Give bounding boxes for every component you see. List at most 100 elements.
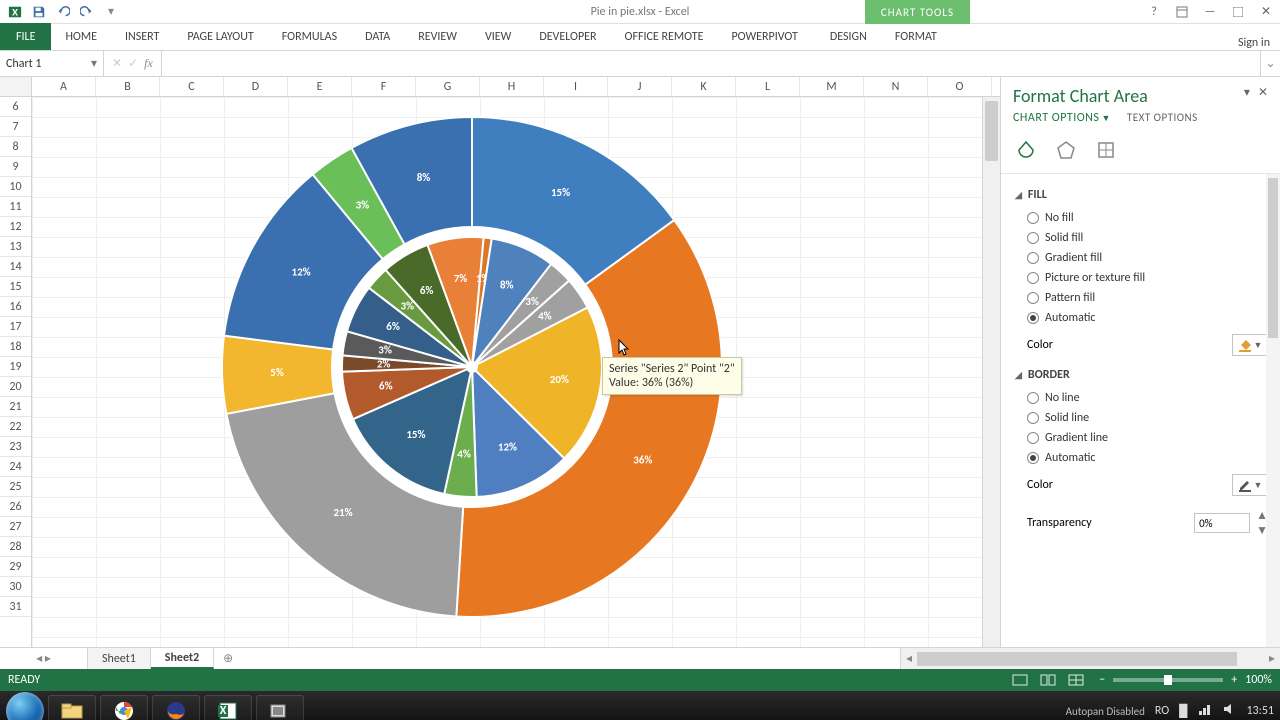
taskpane-scrollbar[interactable] xyxy=(1266,174,1280,647)
text-options-mode[interactable]: TEXT OPTIONS xyxy=(1127,111,1198,125)
row-header[interactable]: 9 xyxy=(0,157,31,177)
column-header[interactable]: B xyxy=(96,77,160,96)
enter-formula-icon[interactable]: ✓ xyxy=(128,56,138,71)
row-header[interactable]: 21 xyxy=(0,397,31,417)
tray-volume-icon[interactable] xyxy=(1222,702,1236,720)
column-header[interactable]: D xyxy=(224,77,288,96)
column-header[interactable]: J xyxy=(608,77,672,96)
row-header[interactable]: 10 xyxy=(0,177,31,197)
ribbon-tab-design[interactable]: DESIGN xyxy=(816,23,881,50)
fill-line-category-icon[interactable] xyxy=(1013,137,1039,163)
row-header[interactable]: 30 xyxy=(0,577,31,597)
row-header[interactable]: 15 xyxy=(0,277,31,297)
row-header[interactable]: 7 xyxy=(0,117,31,137)
row-header[interactable]: 19 xyxy=(0,357,31,377)
file-tab[interactable]: FILE xyxy=(0,23,51,50)
border-option[interactable]: Solid line xyxy=(1015,408,1276,428)
fill-option[interactable]: Automatic xyxy=(1015,308,1276,328)
column-header[interactable]: M xyxy=(800,77,864,96)
column-header[interactable]: O xyxy=(928,77,992,96)
row-header[interactable]: 6 xyxy=(0,97,31,117)
row-header[interactable]: 25 xyxy=(0,477,31,497)
row-header[interactable]: 17 xyxy=(0,317,31,337)
fill-option[interactable]: Solid fill xyxy=(1015,228,1276,248)
tray-language[interactable]: RO xyxy=(1155,704,1169,718)
border-section-header[interactable]: ◢BORDER xyxy=(1015,368,1276,382)
sign-in-link[interactable]: Sign in xyxy=(1238,36,1270,50)
taskpane-close-icon[interactable]: ✕ xyxy=(1258,85,1268,100)
redo-button[interactable] xyxy=(76,1,98,23)
fill-option[interactable]: Pattern fill xyxy=(1015,288,1276,308)
ribbon-tab-powerpivot[interactable]: POWERPIVOT xyxy=(717,23,811,50)
column-header[interactable]: F xyxy=(352,77,416,96)
row-header[interactable]: 29 xyxy=(0,557,31,577)
column-header[interactable]: N xyxy=(864,77,928,96)
maximize-button[interactable] xyxy=(1224,0,1252,24)
formula-bar-expand-icon[interactable]: ⌄ xyxy=(1260,51,1280,76)
name-box-dropdown-icon[interactable]: ▾ xyxy=(91,56,97,71)
row-header[interactable]: 11 xyxy=(0,197,31,217)
sheet-nav-buttons[interactable]: ◂ ▸ xyxy=(0,648,88,669)
close-button[interactable]: ✕ xyxy=(1252,0,1280,24)
cells-grid[interactable]: 15%36%21%5%12%3%8%7%1%8%3%4%20%12%4%15%6… xyxy=(32,97,982,647)
border-color-button[interactable]: ▼ xyxy=(1232,474,1268,496)
taskbar-chrome-icon[interactable] xyxy=(100,695,148,720)
border-option[interactable]: Gradient line xyxy=(1015,428,1276,448)
ribbon-tab-format[interactable]: FORMAT xyxy=(881,23,951,50)
column-header[interactable]: I xyxy=(544,77,608,96)
ribbon-tab-insert[interactable]: INSERT xyxy=(111,23,173,50)
tray-network-icon[interactable] xyxy=(1198,702,1212,720)
border-option[interactable]: Automatic xyxy=(1015,448,1276,468)
minimize-button[interactable]: — xyxy=(1196,0,1224,24)
embedded-chart[interactable]: 15%36%21%5%12%3%8%7%1%8%3%4%20%12%4%15%6… xyxy=(212,107,772,627)
taskbar-excel-icon[interactable]: X xyxy=(204,695,252,720)
zoom-out-button[interactable]: − xyxy=(1099,673,1105,687)
zoom-in-button[interactable]: + xyxy=(1231,673,1237,687)
row-header[interactable]: 22 xyxy=(0,417,31,437)
ribbon-tab-formulas[interactable]: FORMULAS xyxy=(268,23,351,50)
horizontal-scrollbar[interactable]: ◂▸ xyxy=(900,648,1280,669)
fill-option[interactable]: Gradient fill xyxy=(1015,248,1276,268)
row-header[interactable]: 12 xyxy=(0,217,31,237)
fill-option[interactable]: No fill xyxy=(1015,208,1276,228)
effects-category-icon[interactable] xyxy=(1053,137,1079,163)
row-header[interactable]: 23 xyxy=(0,437,31,457)
normal-view-button[interactable] xyxy=(1007,671,1033,689)
row-header[interactable]: 26 xyxy=(0,497,31,517)
column-header[interactable]: G xyxy=(416,77,480,96)
transparency-input[interactable] xyxy=(1194,513,1250,533)
fill-color-button[interactable]: ▼ xyxy=(1232,334,1268,356)
border-option[interactable]: No line xyxy=(1015,388,1276,408)
column-header[interactable]: K xyxy=(672,77,736,96)
fx-icon[interactable]: fx xyxy=(144,56,153,71)
size-properties-category-icon[interactable] xyxy=(1093,137,1119,163)
row-header[interactable]: 20 xyxy=(0,377,31,397)
taskbar-explorer-icon[interactable] xyxy=(48,695,96,720)
row-header[interactable]: 18 xyxy=(0,337,31,357)
help-icon[interactable]: ? xyxy=(1140,0,1168,24)
save-button[interactable] xyxy=(28,1,50,23)
ribbon-tab-home[interactable]: HOME xyxy=(51,23,111,50)
tray-flag-icon[interactable]: ▉ xyxy=(1179,704,1188,719)
fill-section-header[interactable]: ◢FILL xyxy=(1015,188,1276,202)
sheet-tab-sheet2[interactable]: Sheet2 xyxy=(151,648,214,669)
row-header[interactable]: 31 xyxy=(0,597,31,617)
column-header[interactable]: E xyxy=(288,77,352,96)
taskbar-firefox-icon[interactable] xyxy=(152,695,200,720)
row-header[interactable]: 28 xyxy=(0,537,31,557)
column-header[interactable]: H xyxy=(480,77,544,96)
cancel-formula-icon[interactable]: ✕ xyxy=(112,56,122,71)
taskpane-options-icon[interactable]: ▾ xyxy=(1244,85,1250,100)
row-header[interactable]: 16 xyxy=(0,297,31,317)
row-header[interactable]: 27 xyxy=(0,517,31,537)
ribbon-tab-view[interactable]: VIEW xyxy=(471,23,525,50)
page-layout-view-button[interactable] xyxy=(1035,671,1061,689)
undo-button[interactable] xyxy=(52,1,74,23)
qat-customize-icon[interactable]: ▾ xyxy=(100,1,122,23)
row-header[interactable]: 24 xyxy=(0,457,31,477)
fill-option[interactable]: Picture or texture fill xyxy=(1015,268,1276,288)
ribbon-tab-data[interactable]: DATA xyxy=(351,23,404,50)
page-break-view-button[interactable] xyxy=(1063,671,1089,689)
column-header[interactable]: L xyxy=(736,77,800,96)
column-header[interactable]: C xyxy=(160,77,224,96)
